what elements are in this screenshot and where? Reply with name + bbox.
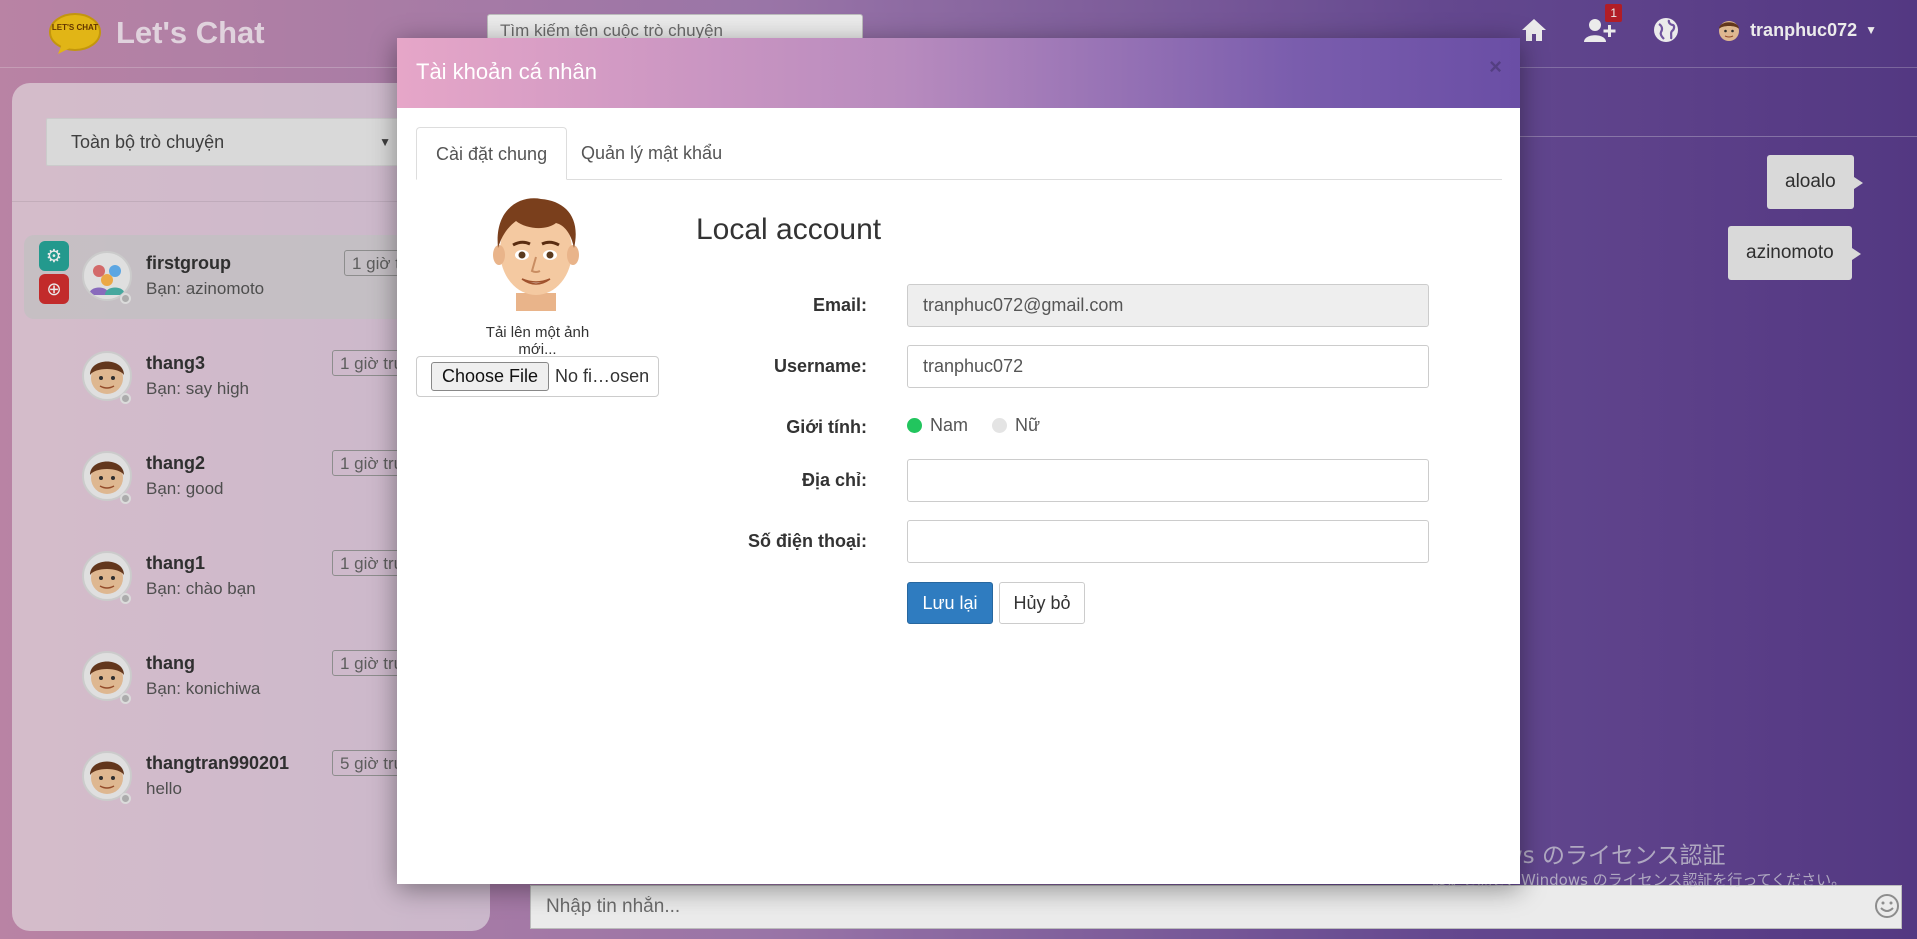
gender-radio-female[interactable] [992,418,1008,433]
address-label: Địa chỉ: [801,470,867,490]
file-status: No fi…osen [555,366,650,386]
gender-option-label: Nam [930,415,969,435]
username-label: Username: [773,356,867,376]
gender-option-label: Nữ [1015,415,1041,435]
cancel-button[interactable]: Hủy bỏ [999,582,1085,624]
tab-password-management[interactable]: Quản lý mật khẩu [562,127,741,180]
address-field[interactable] [907,459,1429,502]
gender-radio-group: Nam Nữ [907,415,1040,436]
upload-caption: Tải lên một ảnh mới... [485,324,590,358]
avatar-file-input[interactable]: Choose File No fi…osen [416,356,659,397]
section-title: Local account [696,213,882,246]
close-icon[interactable]: × [1489,54,1502,80]
username-field[interactable] [907,345,1429,388]
email-field[interactable] [907,284,1429,327]
modal-title: Tài khoản cá nhân [416,59,598,84]
modal-header: Tài khoản cá nhân × [397,38,1520,108]
save-button[interactable]: Lưu lại [907,582,993,624]
profile-avatar[interactable] [486,193,586,315]
phone-label: Số điện thoại: [748,531,867,551]
phone-field[interactable] [907,520,1429,563]
email-label: Email: [812,295,867,315]
gender-radio-male[interactable] [907,418,922,433]
gender-label: Giới tính: [786,417,867,437]
tab-general-settings[interactable]: Cài đặt chung [416,127,568,180]
modal-tabs: Cài đặt chung Quản lý mật khẩu [416,127,1502,180]
profile-modal: Tài khoản cá nhân × Cài đặt chung Quản l… [397,38,1520,884]
choose-file-button[interactable]: Choose File [431,362,550,391]
